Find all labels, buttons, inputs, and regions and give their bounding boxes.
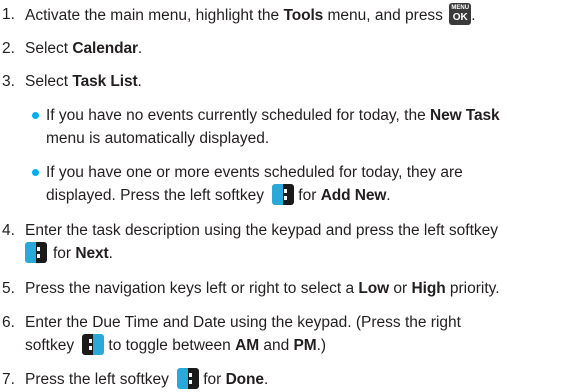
step-number: 5. [2, 280, 15, 297]
bullet-1: If you have no events currently schedule… [32, 104, 574, 127]
left-softkey-icon [177, 368, 200, 389]
step-number: 4. [2, 222, 15, 239]
bullet-2: If you have one or more events scheduled… [32, 161, 574, 184]
step-number: 1. [2, 6, 15, 23]
option-name: Next [75, 245, 109, 262]
menu-name: New Task [430, 107, 500, 124]
option-name: Low [358, 280, 390, 297]
bullet-2-line-2: displayed. Press the left softkey for Ad… [46, 184, 574, 207]
right-softkey-icon [82, 334, 105, 355]
step-number: 6. [2, 314, 15, 331]
option-name: High [411, 280, 446, 297]
menu-name: Task List [72, 73, 138, 90]
left-softkey-icon [25, 242, 47, 263]
option-name: AM [235, 337, 260, 354]
step-number: 7. [2, 371, 15, 388]
option-name: Add New [320, 187, 387, 204]
menu-name: Calendar [72, 40, 138, 57]
bullet-dot-icon [32, 169, 39, 176]
menu-ok-key-icon: MENU OK [449, 3, 472, 25]
step-text: menu, and press [323, 7, 443, 24]
bullet-1-line-2: menu is automatically displayed. [46, 130, 270, 147]
left-softkey-icon [272, 184, 295, 205]
option-name: Done [225, 371, 264, 388]
bullet-dot-icon [32, 112, 39, 119]
option-name: PM [293, 337, 317, 354]
step-number: 3. [2, 73, 15, 90]
step-number: 2. [2, 40, 15, 57]
instructions: 1. Activate the main menu, highlight the… [0, 0, 580, 392]
menu-name: Tools [283, 7, 324, 24]
step-text: Activate the main menu, highlight the [25, 7, 284, 24]
